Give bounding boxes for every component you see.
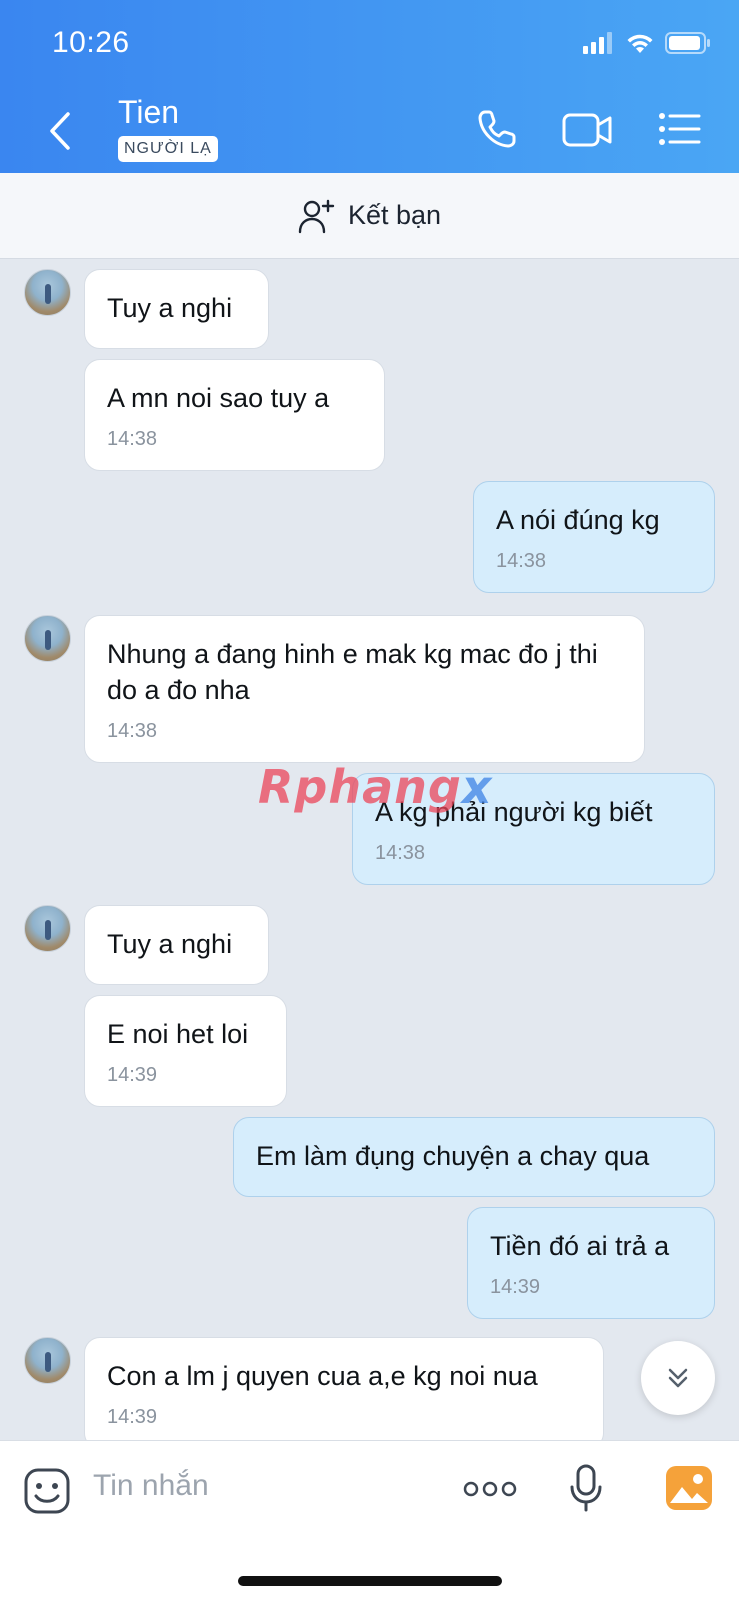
message-time: 14:38	[496, 550, 547, 572]
message-bubble[interactable]: A mn noi sao tuy a 14:38	[84, 359, 385, 471]
battery-icon	[665, 32, 710, 54]
contact-avatar[interactable]	[24, 1337, 71, 1384]
more-dots-icon	[463, 1481, 517, 1497]
more-options-button[interactable]	[463, 1479, 517, 1504]
watermark-logo: Rphangx	[258, 760, 493, 814]
add-friend-button[interactable]: Kết bạn	[0, 173, 739, 259]
message-time: 14:38	[107, 720, 158, 742]
message-time: 14:38	[107, 428, 158, 450]
message-bubble[interactable]: Tuy a nghi	[84, 269, 269, 349]
status-time: 10:26	[52, 26, 130, 59]
message-text: Tuy a nghi	[107, 293, 233, 323]
status-icons	[583, 32, 711, 54]
contact-avatar[interactable]	[24, 905, 71, 952]
chat-header: 10:26 Tien NGƯỜI LẠ	[0, 0, 739, 173]
message-text: Nhung a đang hinh e mak kg mac đo j thi …	[107, 639, 598, 705]
message-text: Tuy a nghi	[107, 929, 233, 959]
scroll-to-bottom-button[interactable]	[641, 1341, 715, 1415]
contact-title[interactable]: Tien NGƯỜI LẠ	[118, 92, 218, 162]
double-chevron-down-icon	[668, 1368, 688, 1388]
message-text: A mn noi sao tuy a	[107, 383, 330, 413]
home-indicator[interactable]	[238, 1576, 502, 1586]
watermark-text: Rphang	[258, 760, 462, 814]
voice-call-button[interactable]	[476, 108, 518, 155]
video-camera-icon	[562, 113, 612, 147]
message-input[interactable]: Tin nhắn	[93, 1469, 209, 1503]
list-menu-icon	[659, 113, 701, 145]
message-time: 14:39	[107, 1406, 158, 1428]
message-text: A nói đúng kg	[496, 505, 660, 535]
message-bubble[interactable]: Em làm đụng chuyện a chay qua	[233, 1117, 715, 1197]
message-time: 14:39	[490, 1276, 541, 1298]
message-text: Tiền đó ai trả a	[490, 1231, 670, 1261]
voice-record-button[interactable]	[569, 1463, 603, 1518]
wifi-icon	[627, 34, 653, 53]
phone-icon	[478, 110, 516, 148]
sticker-smiley-icon	[24, 1468, 70, 1514]
menu-button[interactable]	[658, 108, 702, 155]
message-bubble[interactable]: Nhung a đang hinh e mak kg mac đo j thi …	[84, 615, 645, 763]
sticker-button[interactable]	[23, 1467, 71, 1520]
watermark-text-x: x	[461, 760, 493, 814]
video-call-button[interactable]	[562, 108, 614, 155]
gallery-button[interactable]	[665, 1465, 713, 1516]
message-bubble[interactable]: Tiền đó ai trả a 14:39	[467, 1207, 715, 1319]
message-text: E noi het loi	[107, 1019, 249, 1049]
message-text: Con a lm j quyen cua a,e kg noi nua	[107, 1361, 538, 1391]
stranger-badge: NGƯỜI LẠ	[118, 136, 218, 162]
chevron-left-icon	[50, 112, 70, 150]
add-person-icon	[298, 199, 335, 233]
message-text: Em làm đụng chuyện a chay qua	[256, 1141, 650, 1171]
add-friend-label: Kết bạn	[347, 200, 442, 230]
message-bubble[interactable]: E noi het loi 14:39	[84, 995, 287, 1107]
microphone-icon	[570, 1464, 602, 1512]
contact-name: Tien	[118, 94, 180, 130]
message-bubble[interactable]: Tuy a nghi	[84, 905, 269, 985]
contact-avatar[interactable]	[24, 615, 71, 662]
cellular-signal-icon	[583, 32, 612, 54]
message-time: 14:38	[375, 842, 426, 864]
image-gallery-icon	[666, 1466, 712, 1510]
message-bubble[interactable]: Con a lm j quyen cua a,e kg noi nua 14:3…	[84, 1337, 604, 1440]
message-time: 14:39	[107, 1064, 158, 1086]
back-button[interactable]	[40, 108, 80, 154]
message-bubble[interactable]: A nói đúng kg 14:38	[473, 481, 715, 593]
contact-avatar[interactable]	[24, 269, 71, 316]
message-list[interactable]: Tuy a nghi A mn noi sao tuy a 14:38 A nó…	[0, 259, 739, 1440]
